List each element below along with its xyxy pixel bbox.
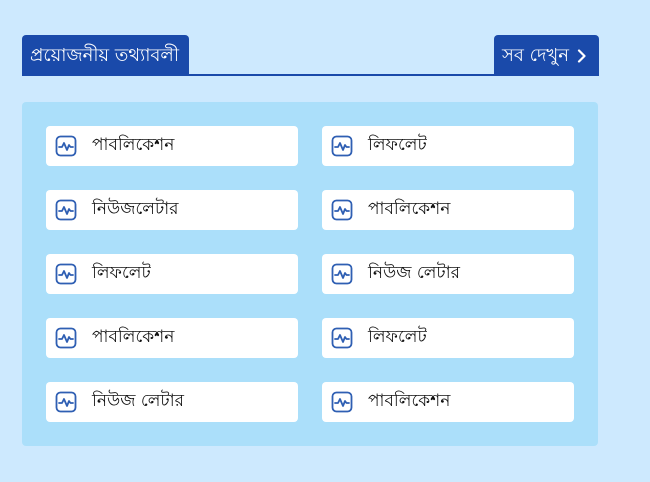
activity-chart-icon bbox=[331, 327, 353, 349]
activity-chart-icon bbox=[55, 135, 77, 157]
resource-card[interactable]: নিউজলেটার bbox=[46, 190, 298, 230]
activity-chart-icon bbox=[331, 135, 353, 157]
resource-card[interactable]: নিউজ লেটার bbox=[322, 254, 574, 294]
resource-card[interactable]: পাবলিকেশন bbox=[322, 382, 574, 422]
chevron-right-icon bbox=[577, 48, 587, 63]
resource-card-label: পাবলিকেশন bbox=[92, 327, 175, 347]
resource-card-label: পাবলিকেশন bbox=[368, 199, 451, 219]
see-all-button[interactable]: সব দেখুন bbox=[494, 35, 599, 76]
resource-card-label: পাবলিকেশন bbox=[368, 391, 451, 411]
activity-chart-icon bbox=[55, 327, 77, 349]
section-title: প্রয়োজনীয় তথ্যাবলী bbox=[22, 35, 189, 76]
resource-card[interactable]: পাবলিকেশন bbox=[46, 318, 298, 358]
resource-card-label: নিউজ লেটার bbox=[368, 263, 460, 283]
resources-panel: পাবলিকেশন লিফলেট নিউজলেটার পাবলিকেশন লিফ… bbox=[22, 102, 598, 446]
resource-card-label: লিফলেট bbox=[92, 263, 151, 283]
see-all-label: সব দেখুন bbox=[502, 45, 569, 66]
resource-card-label: নিউজলেটার bbox=[92, 199, 179, 219]
activity-chart-icon bbox=[331, 263, 353, 285]
activity-chart-icon bbox=[55, 199, 77, 221]
section-header: প্রয়োজনীয় তথ্যাবলী সব দেখুন bbox=[22, 35, 599, 76]
activity-chart-icon bbox=[55, 263, 77, 285]
resources-grid: পাবলিকেশন লিফলেট নিউজলেটার পাবলিকেশন লিফ… bbox=[46, 126, 574, 422]
resource-card[interactable]: লিফলেট bbox=[46, 254, 298, 294]
activity-chart-icon bbox=[331, 199, 353, 221]
resource-card[interactable]: পাবলিকেশন bbox=[322, 190, 574, 230]
resource-card[interactable]: পাবলিকেশন bbox=[46, 126, 298, 166]
resource-card-label: লিফলেট bbox=[368, 327, 427, 347]
resource-card[interactable]: লিফলেট bbox=[322, 126, 574, 166]
activity-chart-icon bbox=[55, 391, 77, 413]
resource-card[interactable]: লিফলেট bbox=[322, 318, 574, 358]
resource-card-label: লিফলেট bbox=[368, 135, 427, 155]
activity-chart-icon bbox=[331, 391, 353, 413]
resource-card[interactable]: নিউজ লেটার bbox=[46, 382, 298, 422]
resource-card-label: নিউজ লেটার bbox=[92, 391, 184, 411]
resource-card-label: পাবলিকেশন bbox=[92, 135, 175, 155]
